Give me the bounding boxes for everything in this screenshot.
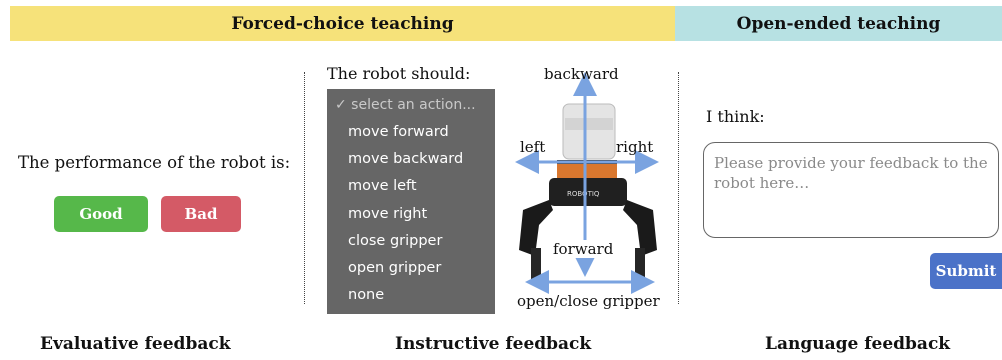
open-ended-title: Open-ended teaching	[736, 13, 941, 34]
gripper-illustration: ROBOTIQ	[515, 72, 659, 294]
gripper-label: open/close gripper	[517, 292, 660, 310]
right-label: right	[616, 138, 654, 156]
action-option[interactable]: close gripper	[348, 233, 442, 249]
left-label: left	[520, 138, 546, 156]
action-option[interactable]: none	[348, 287, 384, 303]
action-option[interactable]: open gripper	[348, 260, 441, 276]
backward-label: backward	[544, 65, 619, 83]
open-ended-header: Open-ended teaching	[675, 6, 1002, 41]
action-option[interactable]: move right	[348, 206, 427, 222]
evaluative-caption: Evaluative feedback	[40, 334, 231, 354]
feedback-textarea[interactable]: Please provide your feedback to the robo…	[703, 142, 999, 238]
forced-choice-title: Forced-choice teaching	[231, 13, 454, 34]
dropdown-placeholder[interactable]: ✓ select an action...	[335, 97, 476, 113]
divider-left	[304, 72, 305, 304]
svg-text:ROBOTIQ: ROBOTIQ	[567, 190, 600, 198]
i-think-prompt: I think:	[706, 107, 765, 126]
submit-button[interactable]: Submit	[930, 253, 1002, 289]
bad-button[interactable]: Bad	[161, 196, 241, 232]
robot-should-prompt: The robot should:	[327, 64, 471, 83]
forced-choice-header: Forced-choice teaching	[10, 6, 675, 41]
gripper-diagram: ROBOTIQ backward left right forward open…	[505, 60, 680, 320]
performance-prompt: The performance of the robot is:	[18, 153, 291, 172]
action-option[interactable]: move forward	[348, 124, 449, 140]
forward-label: forward	[551, 240, 616, 258]
language-caption: Language feedback	[765, 334, 951, 354]
good-button[interactable]: Good	[54, 196, 148, 232]
instructive-caption: Instructive feedback	[395, 334, 592, 354]
action-option[interactable]: move backward	[348, 151, 463, 167]
action-dropdown[interactable]: ✓ select an action... move forward move …	[327, 89, 495, 314]
action-option[interactable]: move left	[348, 178, 417, 194]
feedback-placeholder: Please provide your feedback to the robo…	[714, 154, 988, 192]
